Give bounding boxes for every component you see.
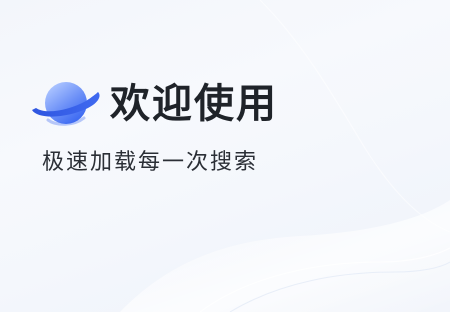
welcome-title: 欢迎使用: [110, 81, 278, 127]
welcome-screen: 欢迎使用 极速加载每一次搜索: [0, 0, 450, 312]
planet-icon: [32, 82, 100, 126]
welcome-header: 欢迎使用: [28, 74, 278, 134]
welcome-subtitle: 极速加载每一次搜索: [42, 150, 259, 175]
